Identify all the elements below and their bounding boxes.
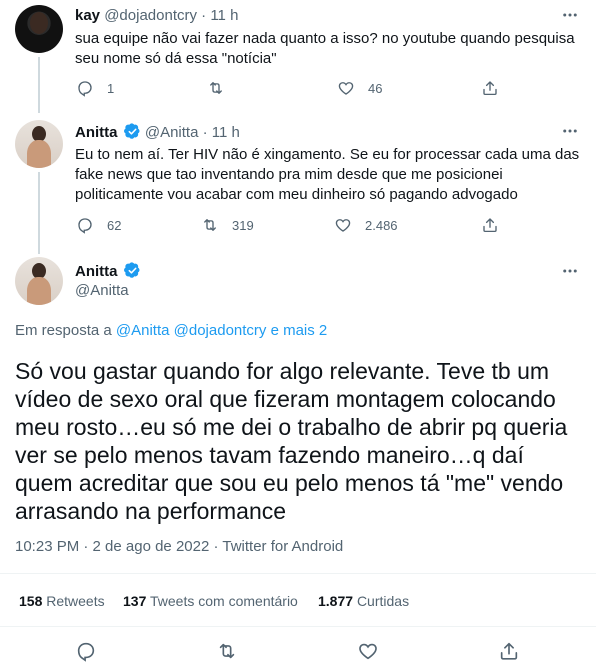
tweet-time[interactable]: 11 h [210,7,238,24]
separator-dot: · [201,7,207,24]
reply-icon [78,218,92,234]
thread-line [38,57,40,113]
reply-count: 1 [107,80,115,96]
retweet-button[interactable]: 319 [201,216,254,234]
reply-prefix: Em resposta a [15,322,112,339]
main-tweet-text: Só vou gastar quando for algo relevante.… [15,358,568,524]
reply-button[interactable] [75,640,97,662]
handle[interactable]: @Anitta [145,124,199,141]
retweet-button[interactable] [207,79,238,97]
main-tweet-header: Anitta [75,262,141,280]
avatar[interactable] [15,257,63,305]
heart-icon [338,82,354,95]
share-button[interactable] [481,79,499,97]
like-count: 2.486 [365,217,398,233]
reply-context: Em resposta a @Anitta @dojadontcry e mai… [15,322,327,339]
thread-line [38,172,40,254]
tweet-header: Anitta @Anitta · 11 h [75,123,240,141]
like-button[interactable]: 2.486 [334,216,398,234]
retweet-count: 319 [232,217,254,233]
heart-icon [335,219,351,232]
reply-button[interactable]: 1 [76,79,114,97]
tweet-text: sua equipe não vai fazer nada quanto a i… [75,30,575,67]
retweet-icon [204,219,216,231]
reply-mentions-link[interactable]: @Anitta @dojadontcry e mais 2 [116,322,327,339]
retweet-button[interactable] [216,640,238,662]
verified-badge-icon [123,123,140,139]
likes-count: 1.877 [318,593,354,609]
more-options-icon[interactable] [560,5,580,25]
avatar[interactable] [15,120,63,168]
reply-icon [77,642,95,662]
divider [0,626,596,627]
avatar[interactable] [15,5,63,53]
tweet-timestamp[interactable]: 10:23 PM · 2 de ago de 2022 · Twitter fo… [15,538,343,555]
display-name[interactable]: kay [75,7,100,24]
likes-stat[interactable]: 1.877 Curtidas [318,593,409,609]
share-button[interactable] [498,640,520,662]
tweet-time[interactable]: 11 h [212,124,240,141]
quotes-count: 137 [123,593,147,609]
quotes-stat[interactable]: 137 Tweets com comentário [123,593,298,609]
tweet-header: kay @dojadontcry · 11 h [75,7,238,24]
share-icon [483,81,497,96]
handle[interactable]: @dojadontcry [104,7,197,24]
share-icon [500,642,518,660]
retweet-icon [210,82,222,94]
share-icon [483,218,497,233]
retweets-count: 158 [19,593,43,609]
separator-dot: · [202,124,208,141]
tweet-text: Eu to nem aí. Ter HIV não é xingamento. … [75,146,580,203]
likes-label: Curtidas [356,593,410,609]
reply-icon [78,81,92,97]
like-count: 46 [368,80,383,96]
display-name[interactable]: Anitta [75,263,118,280]
share-button[interactable] [481,216,499,234]
display-name[interactable]: Anitta [75,124,118,141]
retweet-icon [219,643,235,659]
like-button[interactable]: 46 [337,79,382,97]
reply-button[interactable]: 62 [76,216,121,234]
retweets-label: Retweets [46,593,105,609]
reply-count: 62 [107,217,122,233]
verified-badge-icon [123,262,140,278]
heart-icon [359,643,377,660]
handle[interactable]: @Anitta [75,282,129,299]
like-button[interactable] [357,640,379,662]
more-options-icon[interactable] [560,261,580,281]
divider [0,573,596,574]
more-options-icon[interactable] [560,121,580,141]
retweets-stat[interactable]: 158 Retweets [19,593,105,609]
quotes-label: Tweets com comentário [150,593,298,609]
